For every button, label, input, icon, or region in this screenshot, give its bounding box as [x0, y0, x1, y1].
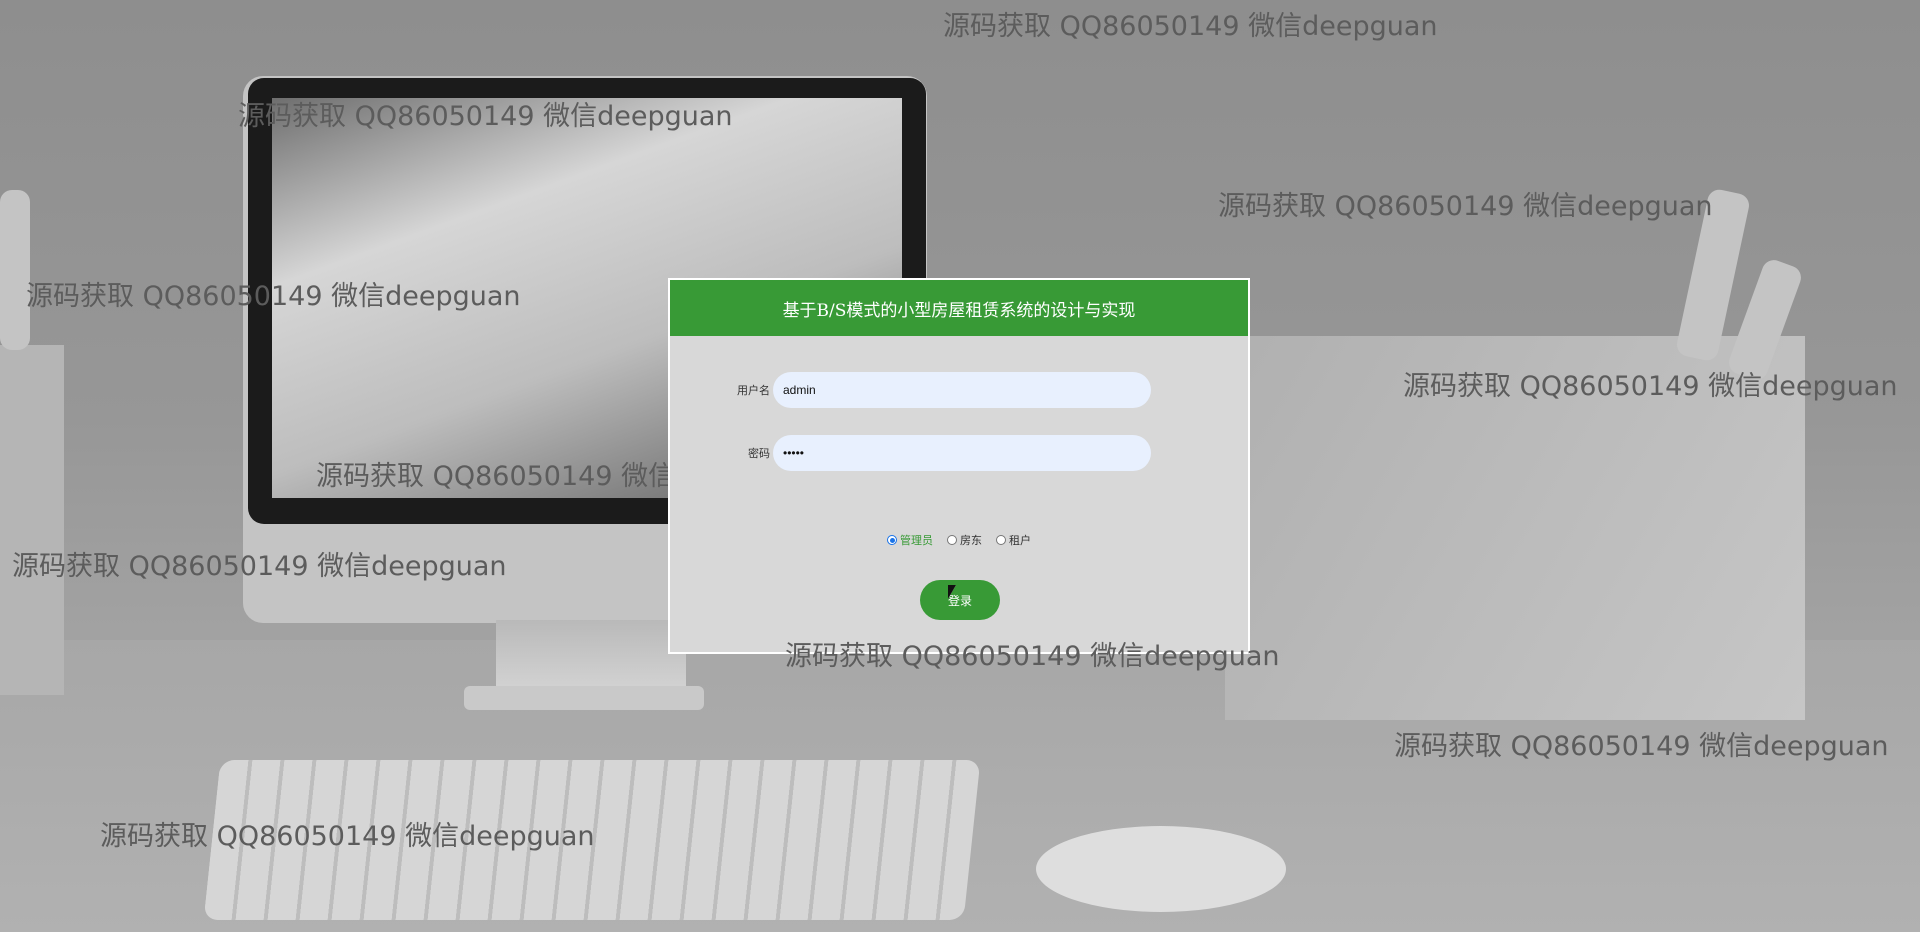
login-button[interactable]: 登录	[920, 580, 1000, 620]
watermark: 源码获取 QQ86050149 微信deepguan	[238, 101, 733, 132]
username-row: 用户名	[670, 372, 1248, 410]
tube-decoration	[0, 190, 30, 350]
role-option-tenant[interactable]: 租户	[996, 532, 1031, 548]
watermark: 源码获取 QQ86050149 微信deepguan	[100, 821, 595, 852]
role-option-landlord[interactable]: 房东	[947, 532, 982, 548]
monitor-stand-decoration	[496, 620, 686, 688]
watermark: 源码获取 QQ86050149 微信deepguan	[12, 551, 507, 582]
bag-left-decoration	[0, 345, 64, 695]
login-title: 基于B/S模式的小型房屋租赁系统的设计与实现	[670, 280, 1248, 336]
role-radio-group: 管理员 房东 租户	[670, 532, 1248, 548]
watermark: 源码获取 QQ86050149 微信deepguan	[1403, 371, 1898, 402]
radio-selected-icon[interactable]	[887, 535, 897, 545]
mouse-cursor-icon	[948, 585, 956, 599]
role-label: 房东	[960, 534, 982, 547]
mouse-decoration	[1036, 826, 1286, 912]
watermark: 源码获取 QQ86050149 微信deepguan	[26, 281, 521, 312]
watermark: 源码获取 QQ86050149 微信deepguan	[1218, 191, 1713, 222]
watermark: 源码获取 QQ86050149 微信deepguan	[943, 11, 1438, 42]
role-option-admin[interactable]: 管理员	[887, 532, 933, 548]
password-label: 密码	[748, 447, 770, 460]
password-row: 密码	[670, 435, 1248, 473]
password-input[interactable]	[773, 435, 1151, 471]
radio-icon[interactable]	[947, 535, 957, 545]
watermark: 源码获取 QQ86050149 微信deepguan	[785, 641, 1280, 672]
radio-icon[interactable]	[996, 535, 1006, 545]
login-page: 源码获取 QQ86050149 微信deepguan 源码获取 QQ860501…	[0, 0, 1920, 932]
monitor-foot-decoration	[464, 686, 704, 710]
username-input[interactable]	[773, 372, 1151, 408]
role-label: 管理员	[900, 534, 933, 547]
role-label: 租户	[1009, 534, 1031, 547]
username-label: 用户名	[737, 384, 770, 397]
watermark: 源码获取 QQ86050149 微信deepguan	[1394, 731, 1889, 762]
login-panel: 基于B/S模式的小型房屋租赁系统的设计与实现 用户名 密码 管理员 房东 租户 …	[668, 278, 1250, 654]
